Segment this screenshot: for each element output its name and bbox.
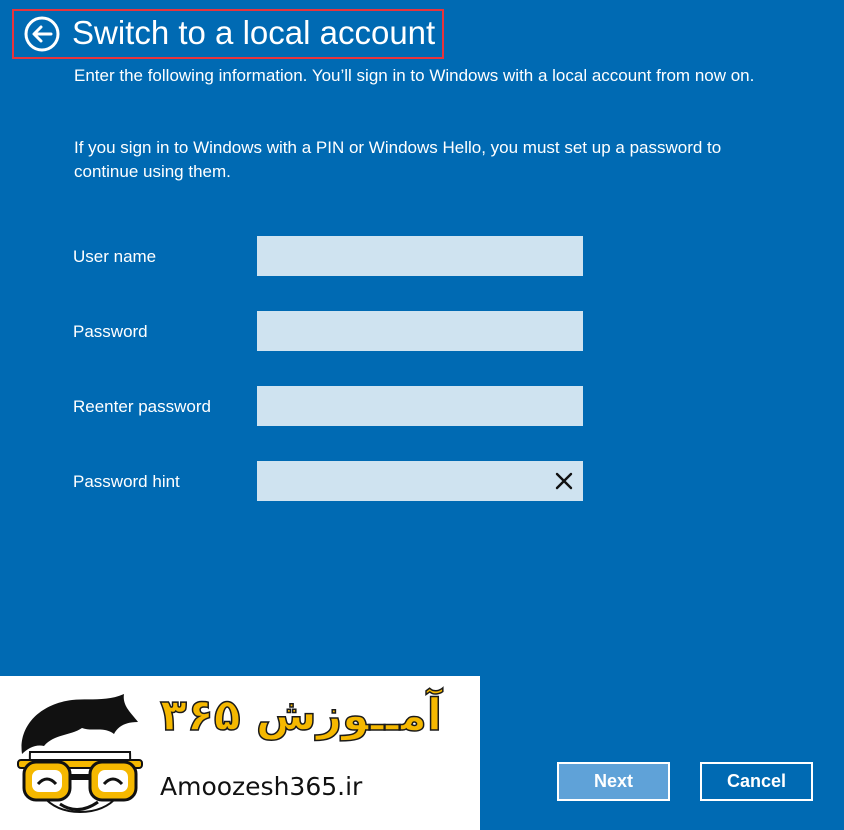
password-label: Password (73, 322, 148, 341)
username-field[interactable] (257, 236, 583, 276)
cancel-button[interactable]: Cancel (700, 762, 813, 801)
password-field[interactable] (257, 311, 583, 351)
instruction-text-2: If you sign in to Windows with a PIN or … (74, 138, 722, 181)
clear-hint-button[interactable] (549, 465, 579, 497)
watermark-logo: آمــوزش ۳۶۵ Amoozesh365.ir (0, 676, 480, 830)
reenter-password-field[interactable] (257, 386, 583, 426)
page-title: Switch to a local account (72, 14, 436, 51)
reenter-password-label: Reenter password (73, 397, 211, 416)
instruction-text-1: Enter the following information. You’ll … (74, 66, 755, 85)
close-icon (555, 472, 573, 490)
username-label: User name (73, 247, 157, 266)
password-hint-label: Password hint (73, 472, 180, 491)
next-button[interactable]: Next (557, 762, 670, 801)
watermark-url: Amoozesh365.ir (160, 772, 363, 801)
mascot-icon (17, 694, 143, 814)
password-hint-field[interactable] (257, 461, 583, 501)
back-button[interactable] (24, 16, 60, 52)
back-arrow-icon (24, 16, 60, 52)
watermark-persian-text: آمــوزش ۳۶۵ (159, 689, 442, 742)
